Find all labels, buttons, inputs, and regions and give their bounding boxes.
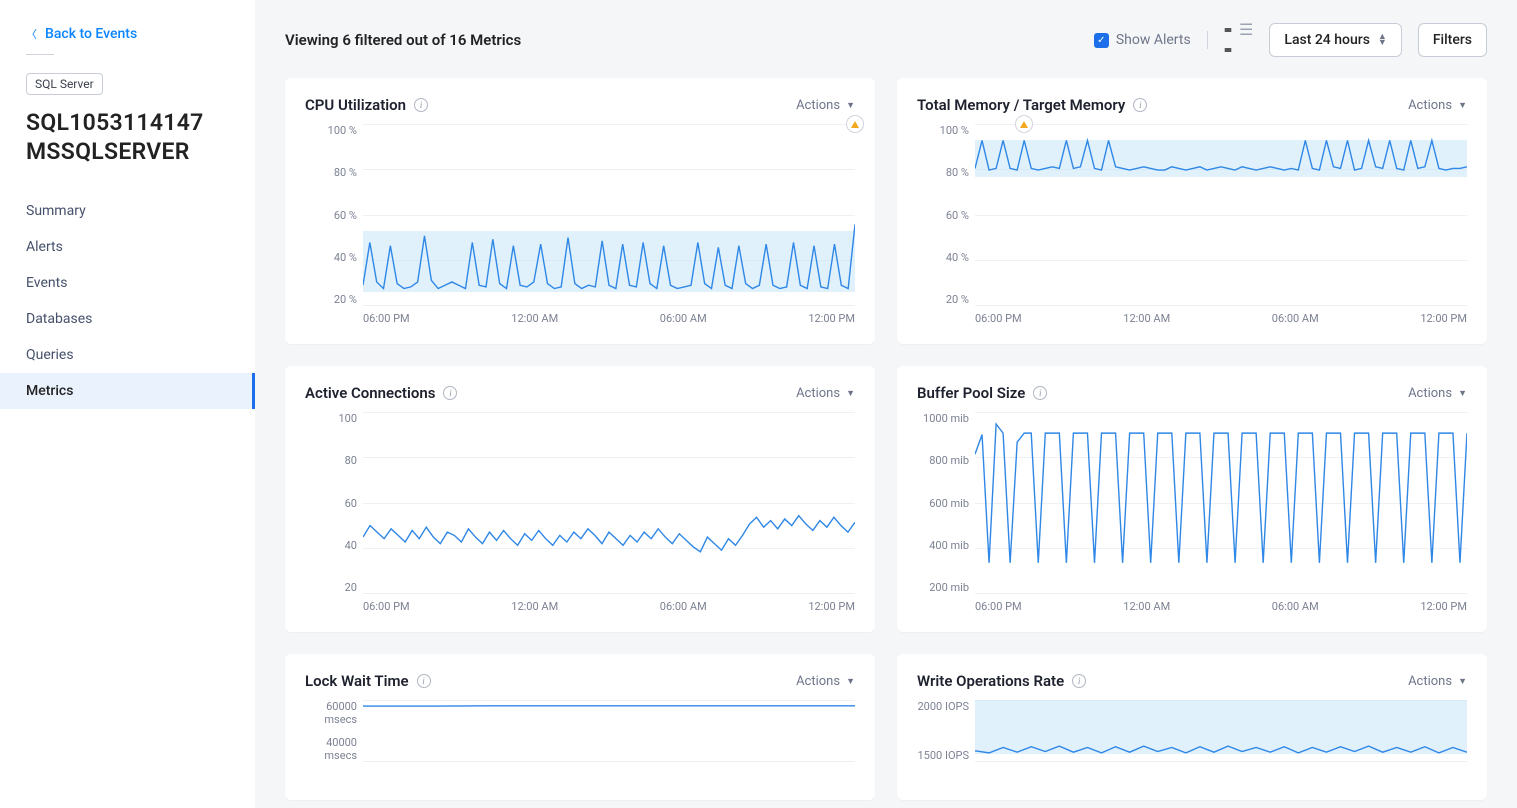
charts-grid: CPU Utilization i Actions ▼ 100 %80 %60 %40 … — [255, 78, 1517, 808]
grid-view-icon[interactable]: ▪▪▪▪ — [1224, 20, 1229, 60]
actions-menu[interactable]: Actions ▼ — [1408, 674, 1467, 689]
chart-card-connections: Active Connections i Actions ▼ 1008060402006… — [285, 366, 875, 632]
time-range-label: Last 24 hours — [1284, 32, 1370, 48]
actions-menu[interactable]: Actions ▼ — [796, 386, 855, 401]
alert-marker-icon[interactable] — [846, 115, 864, 133]
info-icon[interactable]: i — [1072, 674, 1086, 688]
actions-label: Actions — [796, 386, 840, 401]
alert-marker-icon[interactable] — [1015, 115, 1033, 133]
actions-label: Actions — [1408, 386, 1452, 401]
x-axis-labels: 06:00 PM12:00 AM06:00 AM12:00 PM — [975, 312, 1467, 334]
up-down-icon: ▲▼ — [1378, 34, 1387, 47]
filters-button[interactable]: Filters — [1418, 23, 1487, 57]
chevron-left-icon: 〈 — [26, 26, 37, 42]
chart-card-buffer: Buffer Pool Size i Actions ▼ 1000 mib800 mib… — [897, 366, 1487, 632]
chart-canvas: 100 %80 %60 %40 %20 %06:00 PM12:00 AM06:… — [305, 124, 855, 334]
chart-title: Active Connections — [305, 384, 435, 402]
separator — [1207, 31, 1208, 49]
actions-label: Actions — [796, 674, 840, 689]
plot-area — [975, 700, 1467, 762]
back-to-events-link[interactable]: 〈 Back to Events — [0, 26, 255, 54]
plot-area — [363, 124, 855, 306]
info-icon[interactable]: i — [1133, 98, 1147, 112]
viewing-text: Viewing 6 filtered out of 16 Metrics — [285, 31, 1078, 49]
nav-item-queries[interactable]: Queries — [0, 337, 255, 373]
nav-item-events[interactable]: Events — [0, 265, 255, 301]
chevron-down-icon: ▼ — [1458, 388, 1467, 399]
nav-item-alerts[interactable]: Alerts — [0, 229, 255, 265]
server-name-line1: SQL1053114147 — [26, 109, 229, 138]
server-name: SQL1053114147 MSSQLSERVER — [0, 109, 255, 193]
actions-label: Actions — [1408, 674, 1452, 689]
filters-label: Filters — [1433, 32, 1472, 48]
chevron-down-icon: ▼ — [846, 676, 855, 687]
show-alerts-toggle[interactable]: ✓ Show Alerts — [1094, 32, 1191, 48]
y-axis-labels: 100 %80 %60 %40 %20 % — [917, 124, 975, 306]
server-type-tag: SQL Server — [26, 73, 103, 95]
nav-item-databases[interactable]: Databases — [0, 301, 255, 337]
chart-canvas: 1008060402006:00 PM12:00 AM06:00 AM12:00… — [305, 412, 855, 622]
actions-menu[interactable]: Actions ▼ — [796, 674, 855, 689]
x-axis-labels: 06:00 PM12:00 AM06:00 AM12:00 PM — [975, 600, 1467, 622]
chart-card-cpu: CPU Utilization i Actions ▼ 100 %80 %60 %40 … — [285, 78, 875, 344]
sidebar: 〈 Back to Events SQL Server SQL105311414… — [0, 0, 255, 808]
info-icon[interactable]: i — [443, 386, 457, 400]
plot-area — [363, 412, 855, 594]
x-axis-labels: 06:00 PM12:00 AM06:00 AM12:00 PM — [363, 312, 855, 334]
actions-label: Actions — [796, 98, 840, 113]
x-axis-labels: 06:00 PM12:00 AM06:00 AM12:00 PM — [363, 600, 855, 622]
y-axis-labels: 1000 mib800 mib600 mib400 mib200 mib — [917, 412, 975, 594]
chart-title: Total Memory / Target Memory — [917, 96, 1125, 114]
chart-title: CPU Utilization — [305, 96, 406, 114]
topbar: Viewing 6 filtered out of 16 Metrics ✓ S… — [255, 0, 1517, 78]
chart-canvas: 100 %80 %60 %40 %20 %06:00 PM12:00 AM06:… — [917, 124, 1467, 334]
plot-area — [363, 700, 855, 762]
info-icon[interactable]: i — [417, 674, 431, 688]
chart-title: Write Operations Rate — [917, 672, 1064, 690]
show-alerts-label: Show Alerts — [1116, 32, 1191, 48]
chart-canvas: 1000 mib800 mib600 mib400 mib200 mib06:0… — [917, 412, 1467, 622]
actions-label: Actions — [1408, 98, 1452, 113]
actions-menu[interactable]: Actions ▼ — [1408, 386, 1467, 401]
view-mode-toggle: ▪▪▪▪ ☰ — [1224, 20, 1254, 60]
chart-title: Buffer Pool Size — [917, 384, 1025, 402]
info-icon[interactable]: i — [1033, 386, 1047, 400]
server-name-line2: MSSQLSERVER — [26, 138, 229, 167]
chevron-down-icon: ▼ — [846, 100, 855, 111]
y-axis-labels: 10080604020 — [305, 412, 363, 594]
divider — [26, 54, 54, 55]
list-view-icon[interactable]: ☰ — [1239, 20, 1253, 60]
actions-menu[interactable]: Actions ▼ — [1408, 98, 1467, 113]
main: Viewing 6 filtered out of 16 Metrics ✓ S… — [255, 0, 1517, 808]
y-axis-labels: 60000 msecs40000 msecs — [305, 700, 363, 762]
actions-menu[interactable]: Actions ▼ — [796, 98, 855, 113]
plot-area — [975, 412, 1467, 594]
chart-card-memory: Total Memory / Target Memory i Actions ▼ 100… — [897, 78, 1487, 344]
checkbox-checked-icon: ✓ — [1094, 33, 1109, 48]
chart-card-lockwait: Lock Wait Time i Actions ▼ 60000 msecs40000 … — [285, 654, 875, 800]
chart-card-writeops: Write Operations Rate i Actions ▼ 2000 IOPS1… — [897, 654, 1487, 800]
chart-canvas: 2000 IOPS1500 IOPS — [917, 700, 1467, 790]
back-link-label: Back to Events — [45, 26, 137, 42]
y-axis-labels: 2000 IOPS1500 IOPS — [917, 700, 975, 762]
chart-title: Lock Wait Time — [305, 672, 409, 690]
time-range-selector[interactable]: Last 24 hours ▲▼ — [1269, 23, 1401, 57]
nav-item-summary[interactable]: Summary — [0, 193, 255, 229]
plot-area — [975, 124, 1467, 306]
chevron-down-icon: ▼ — [1458, 100, 1467, 111]
y-axis-labels: 100 %80 %60 %40 %20 % — [305, 124, 363, 306]
chevron-down-icon: ▼ — [1458, 676, 1467, 687]
nav-item-metrics[interactable]: Metrics — [0, 373, 255, 409]
chart-canvas: 60000 msecs40000 msecs — [305, 700, 855, 790]
chevron-down-icon: ▼ — [846, 388, 855, 399]
info-icon[interactable]: i — [414, 98, 428, 112]
